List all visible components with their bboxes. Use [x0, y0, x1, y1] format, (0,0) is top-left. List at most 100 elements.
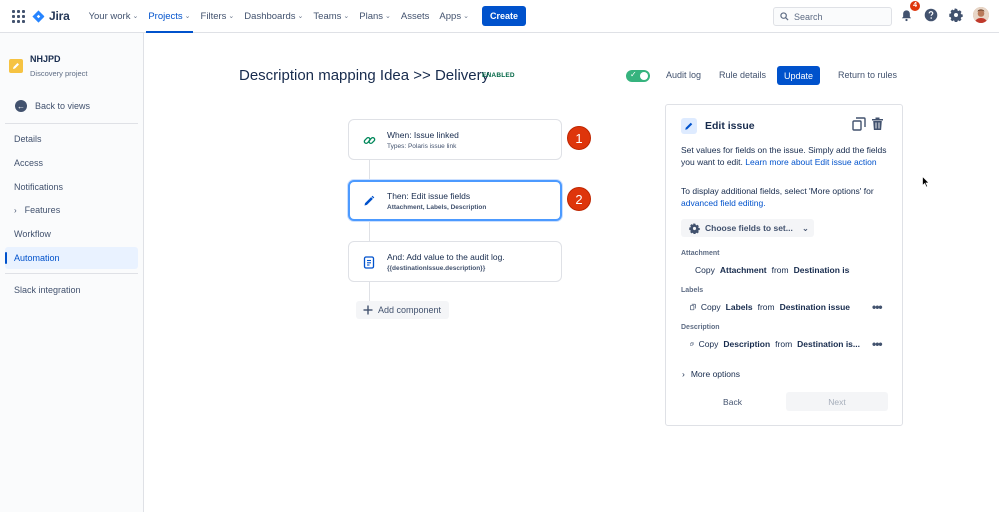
nav-apps[interactable]: Apps ⌄ — [434, 0, 474, 33]
jira-logo[interactable]: Jira — [32, 9, 70, 23]
copy-word: Copy — [700, 302, 721, 312]
copy-icon — [690, 303, 696, 311]
project-name: NHJPD — [30, 54, 61, 64]
edit-issue-panel: Edit issue Set values for fields on the … — [665, 104, 903, 426]
sidebar-item-features[interactable]: › Features — [5, 199, 138, 221]
project-lightbulb-icon — [9, 59, 23, 73]
nav-label: Your work — [88, 10, 131, 22]
sidebar-divider — [5, 123, 138, 124]
nav-dashboards[interactable]: Dashboards ⌄ — [239, 0, 308, 33]
chevron-down-icon: ⌄ — [463, 13, 469, 20]
chevron-down-icon: ⌄ — [343, 13, 350, 20]
sidebar-item-label: Access — [14, 158, 44, 168]
more-actions-icon[interactable]: ••• — [872, 337, 883, 351]
user-avatar-icon — [973, 7, 989, 23]
copy-word: Copy — [698, 339, 719, 349]
more-options-label: More options — [690, 369, 740, 379]
field-row-attachment[interactable]: Copy Attachment from Destination issue — [690, 265, 850, 275]
create-button[interactable]: Create — [481, 6, 526, 26]
nav-projects[interactable]: Projects ⌄ — [143, 0, 195, 33]
link-svg — [363, 136, 375, 144]
nav-label: Plans — [359, 10, 384, 22]
chevron-down-icon: ⌄ — [385, 13, 391, 20]
advanced-field-editing-link[interactable]: advanced field editing. — [681, 198, 766, 208]
sidebar: NHJPD Discovery project ← Back to views … — [0, 33, 144, 512]
notifications-button[interactable]: 4 — [898, 1, 920, 24]
more-actions-icon[interactable]: ••• — [872, 300, 883, 314]
nav-your-work[interactable]: Your work ⌄ — [84, 0, 144, 33]
avatar[interactable] — [973, 7, 989, 23]
nav-teams[interactable]: Teams ⌄ — [308, 0, 354, 33]
audit-log-icon — [361, 254, 377, 270]
field-label-labels: Labels — [681, 287, 704, 294]
delete-button[interactable] — [871, 117, 884, 133]
nav-items: Your work ⌄ Projects ⌄ Filters ⌄ Dashboards… — [84, 0, 526, 33]
chevron-right-icon: › — [14, 205, 17, 215]
action-card[interactable]: Then: Edit issue fields Attachment, Labe… — [348, 180, 562, 221]
log-action-card[interactable]: And: Add value to the audit log. {{desti… — [348, 241, 562, 282]
pencil-icon — [13, 63, 19, 69]
rule-details-button[interactable]: Rule details — [719, 70, 766, 80]
more-options-toggle[interactable]: › More options — [682, 369, 740, 379]
from-word: from — [757, 302, 775, 312]
settings-button[interactable] — [948, 6, 964, 24]
nav-plans[interactable]: Plans ⌄ — [354, 0, 396, 33]
back-to-views-label: Back to views — [35, 101, 91, 111]
bell-icon — [901, 9, 911, 21]
sidebar-item-access[interactable]: Access — [5, 152, 138, 174]
pencil-icon — [681, 118, 697, 134]
learn-more-link[interactable]: Learn more about Edit issue action — [745, 157, 876, 167]
back-to-views-link[interactable]: ← Back to views — [15, 100, 90, 112]
sidebar-item-slack-integration[interactable]: Slack integration — [5, 279, 138, 301]
search-input[interactable]: Search — [773, 7, 892, 26]
nav-filters[interactable]: Filters ⌄ — [196, 0, 240, 33]
copy-icon — [690, 342, 694, 346]
trash-icon — [872, 117, 883, 130]
sidebar-item-notifications[interactable]: Notifications — [5, 176, 138, 198]
trigger-card[interactable]: When: Issue linked Types: Polaris issue … — [348, 119, 562, 160]
panel-title-text: Edit issue — [705, 120, 755, 132]
gear-icon — [949, 8, 963, 22]
sidebar-item-details[interactable]: Details — [5, 128, 138, 150]
pencil-svg — [685, 122, 693, 130]
nav-label: Assets — [400, 10, 430, 22]
copy-icon — [852, 117, 866, 131]
update-button[interactable]: Update — [777, 66, 820, 85]
jira-logo-text: Jira — [49, 9, 70, 23]
field-row-labels[interactable]: Copy Labels from Destination issue — [690, 302, 850, 312]
pencil-svg — [364, 195, 375, 206]
field-source: Destination issue — [779, 302, 850, 312]
page-title: Description mapping Idea >> Delivery — [239, 67, 490, 84]
sidebar-item-workflow[interactable]: Workflow — [5, 223, 138, 245]
next-button[interactable]: Next — [786, 392, 888, 411]
sidebar-item-label: Workflow — [14, 229, 51, 239]
field-source: Destination issue — [793, 265, 850, 275]
nav-label: Filters — [200, 10, 227, 22]
panel-title: Edit issue — [681, 118, 755, 134]
field-row-description[interactable]: Copy Description from Destination is... — [690, 339, 860, 349]
sidebar-item-automation[interactable]: Automation — [5, 247, 138, 269]
project-header: NHJPD Discovery project — [9, 54, 88, 78]
nav-label: Projects — [148, 10, 183, 22]
log-subtitle: {{destinationIssue.description}} — [387, 265, 486, 272]
document-svg — [363, 255, 375, 269]
back-button[interactable]: Back — [681, 392, 784, 411]
help-icon — [924, 8, 938, 22]
return-to-rules-button[interactable]: Return to rules — [838, 70, 897, 80]
app-switcher-icon[interactable] — [11, 9, 25, 23]
choose-fields-dropdown[interactable]: Choose fields to set... ⌄ — [681, 219, 814, 237]
chevron-down-icon: ⌄ — [801, 222, 809, 233]
duplicate-button[interactable] — [852, 117, 866, 133]
chevron-down-icon: ⌄ — [228, 13, 235, 20]
audit-log-button[interactable]: Audit log — [666, 70, 701, 80]
rule-enabled-toggle[interactable]: ✓ — [626, 70, 650, 82]
top-navigation: Jira Your work ⌄ Projects ⌄ Filters ⌄ Dashb… — [0, 0, 999, 33]
field-name: Description — [723, 339, 771, 349]
help-button[interactable] — [923, 6, 939, 24]
nav-assets[interactable]: Assets — [396, 0, 435, 33]
add-component-button[interactable]: Add component — [356, 301, 449, 319]
panel-advanced-hint: To display additional fields, select 'Mo… — [681, 185, 891, 209]
field-label-attachment: Attachment — [681, 250, 720, 257]
action-subtitle: Attachment, Labels, Description — [387, 204, 487, 211]
gear-icon — [689, 222, 700, 234]
